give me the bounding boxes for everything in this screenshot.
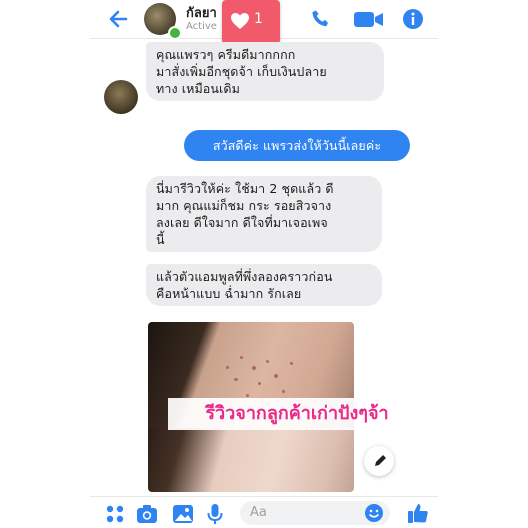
message-bubble-incoming[interactable]: แล้วตัวแอมพูลที่พึ่งลองคราวก่อน คือหน้าแ… bbox=[146, 264, 382, 306]
photo-caption: รีวิวจากลูกค้าเก่าปังๆจ้า bbox=[168, 398, 426, 430]
emoji-icon[interactable] bbox=[364, 503, 384, 523]
like-count: 1 bbox=[254, 11, 263, 27]
messenger-conversation: กัลยา Active 1 คุณแพรวๆ ครีมดีมากกกก มาส… bbox=[90, 0, 438, 528]
edit-button[interactable] bbox=[364, 446, 394, 476]
info-icon[interactable] bbox=[400, 7, 426, 31]
camera-icon[interactable] bbox=[136, 503, 158, 525]
online-indicator bbox=[168, 26, 182, 40]
after-face-photo bbox=[148, 428, 354, 492]
message-bubble-outgoing[interactable]: สวัสดีค่ะ แพรวส่งให้วันนี้เลยค่ะ bbox=[184, 130, 410, 161]
contact-name[interactable]: กัลยา bbox=[186, 2, 217, 23]
gallery-icon[interactable] bbox=[172, 503, 194, 525]
contact-avatar-small[interactable] bbox=[104, 80, 138, 114]
apps-icon[interactable] bbox=[104, 503, 126, 525]
thumbs-up-icon[interactable] bbox=[406, 501, 430, 525]
like-notification[interactable]: 1 bbox=[222, 0, 280, 53]
microphone-icon[interactable] bbox=[204, 503, 226, 525]
video-call-icon[interactable] bbox=[352, 7, 386, 31]
pencil-icon bbox=[375, 455, 386, 466]
message-input-placeholder: Aa bbox=[250, 505, 267, 520]
back-arrow-icon[interactable] bbox=[106, 6, 132, 32]
contact-status: Active bbox=[186, 21, 217, 32]
heart-icon bbox=[231, 13, 249, 29]
message-bubble-incoming[interactable]: คุณแพรวๆ ครีมดีมากกกก มาสั่งเพิ่มอีกชุดจ… bbox=[146, 42, 384, 101]
phone-icon[interactable] bbox=[308, 7, 334, 31]
message-bubble-incoming[interactable]: นี่มารีวิวให้ค่ะ ใช้มา 2 ชุดแล้ว ดี มาก … bbox=[146, 176, 382, 252]
message-input[interactable]: Aa bbox=[240, 501, 390, 525]
message-composer: Aa bbox=[90, 496, 438, 528]
